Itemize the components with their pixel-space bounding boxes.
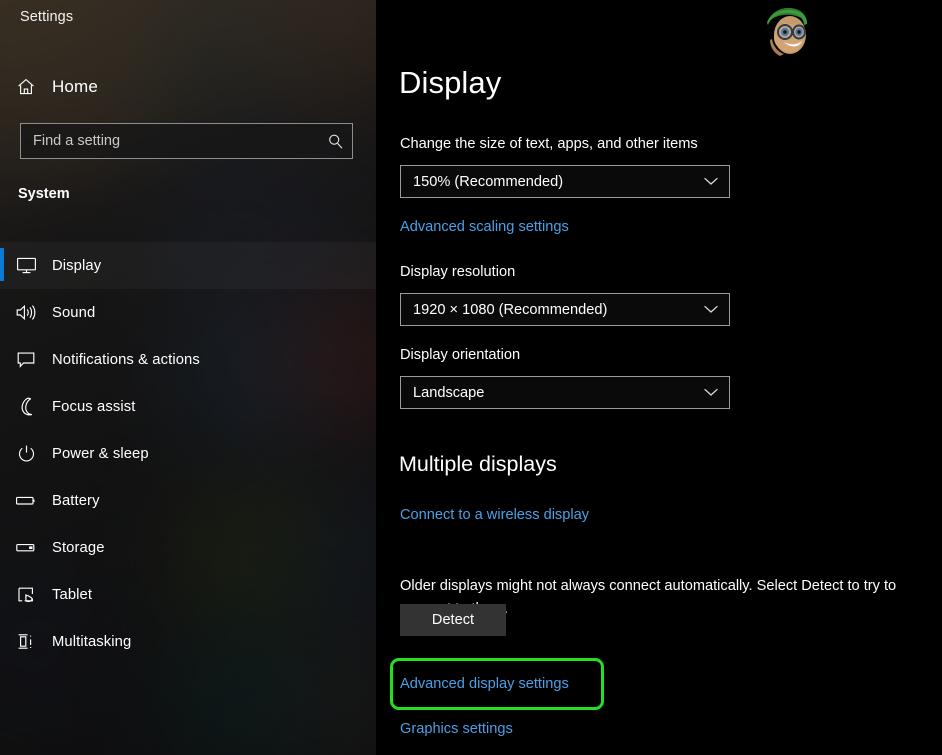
sidebar: Settings Home: [0, 0, 376, 755]
sidebar-item-multitasking[interactable]: Multitasking: [0, 618, 376, 665]
sidebar-item-battery[interactable]: Battery: [0, 477, 376, 524]
search-input[interactable]: [20, 123, 353, 159]
graphics-settings-link[interactable]: Graphics settings: [400, 721, 513, 737]
sidebar-item-label: Battery: [52, 493, 100, 509]
advanced-display-settings-link[interactable]: Advanced display settings: [400, 676, 569, 692]
advanced-scaling-settings-link[interactable]: Advanced scaling settings: [400, 219, 569, 235]
selection-indicator: [0, 530, 4, 563]
speaker-icon: [0, 303, 52, 322]
orientation-value: Landscape: [413, 385, 484, 401]
wireless-display-link[interactable]: Connect to a wireless display: [400, 507, 589, 523]
sidebar-item-storage[interactable]: Storage: [0, 524, 376, 571]
chevron-down-icon: [703, 173, 719, 191]
chevron-down-icon: [703, 384, 719, 402]
scale-value: 150% (Recommended): [413, 174, 563, 190]
appuals-mascot-icon: [760, 4, 814, 60]
sidebar-item-home[interactable]: Home: [0, 68, 376, 106]
sidebar-item-tablet[interactable]: Tablet: [0, 571, 376, 618]
detect-button[interactable]: Detect: [400, 604, 506, 636]
battery-icon: [0, 493, 52, 508]
selection-indicator: [0, 295, 4, 328]
monitor-icon: [0, 256, 52, 275]
selection-indicator: [0, 436, 4, 469]
chevron-down-icon: [703, 301, 719, 319]
orientation-label: Display orientation: [400, 347, 520, 363]
sidebar-item-label: Display: [52, 258, 101, 274]
selection-indicator: [0, 389, 4, 422]
sidebar-item-label: Home: [52, 77, 98, 97]
selection-indicator: [0, 483, 4, 516]
sidebar-item-label: Focus assist: [52, 399, 135, 415]
scale-dropdown[interactable]: 150% (Recommended): [400, 165, 730, 198]
resolution-value: 1920 × 1080 (Recommended): [413, 302, 607, 318]
sidebar-item-display[interactable]: Display: [0, 242, 376, 289]
moon-icon: [0, 397, 52, 416]
multitasking-icon: [0, 632, 52, 651]
selection-indicator: [0, 577, 4, 610]
search-field[interactable]: [33, 133, 318, 149]
sidebar-item-label: Notifications & actions: [52, 352, 200, 368]
settings-window: Settings Home: [0, 0, 942, 755]
resolution-label: Display resolution: [400, 264, 515, 280]
sidebar-item-label: Sound: [52, 305, 95, 321]
home-icon: [0, 77, 52, 97]
sidebar-item-sound[interactable]: Sound: [0, 289, 376, 336]
sidebar-item-label: Power & sleep: [52, 446, 149, 462]
sidebar-item-label: Storage: [52, 540, 105, 556]
orientation-dropdown[interactable]: Landscape: [400, 376, 730, 409]
chat-bubble-icon: [0, 350, 52, 369]
sidebar-item-label: Multitasking: [52, 634, 131, 650]
selection-indicator: [0, 342, 4, 375]
resolution-dropdown[interactable]: 1920 × 1080 (Recommended): [400, 293, 730, 326]
sidebar-item-label: Tablet: [52, 587, 92, 603]
search-icon[interactable]: [318, 133, 352, 150]
window-title: Settings: [20, 9, 73, 25]
power-icon: [0, 444, 52, 463]
sidebar-section-label: System: [18, 186, 70, 202]
tablet-touch-icon: [0, 585, 52, 605]
drive-icon: [0, 540, 52, 555]
scale-label: Change the size of text, apps, and other…: [400, 136, 698, 152]
page-title: Display: [399, 65, 501, 101]
sidebar-item-power-sleep[interactable]: Power & sleep: [0, 430, 376, 477]
sidebar-item-focus-assist[interactable]: Focus assist: [0, 383, 376, 430]
sidebar-nav-list: Display Sound: [0, 242, 376, 665]
selection-indicator: [0, 624, 4, 657]
multiple-displays-heading: Multiple displays: [399, 452, 557, 477]
sidebar-item-notifications-actions[interactable]: Notifications & actions: [0, 336, 376, 383]
main-content: Display Change the size of text, apps, a…: [376, 0, 942, 755]
selection-indicator: [0, 248, 4, 281]
